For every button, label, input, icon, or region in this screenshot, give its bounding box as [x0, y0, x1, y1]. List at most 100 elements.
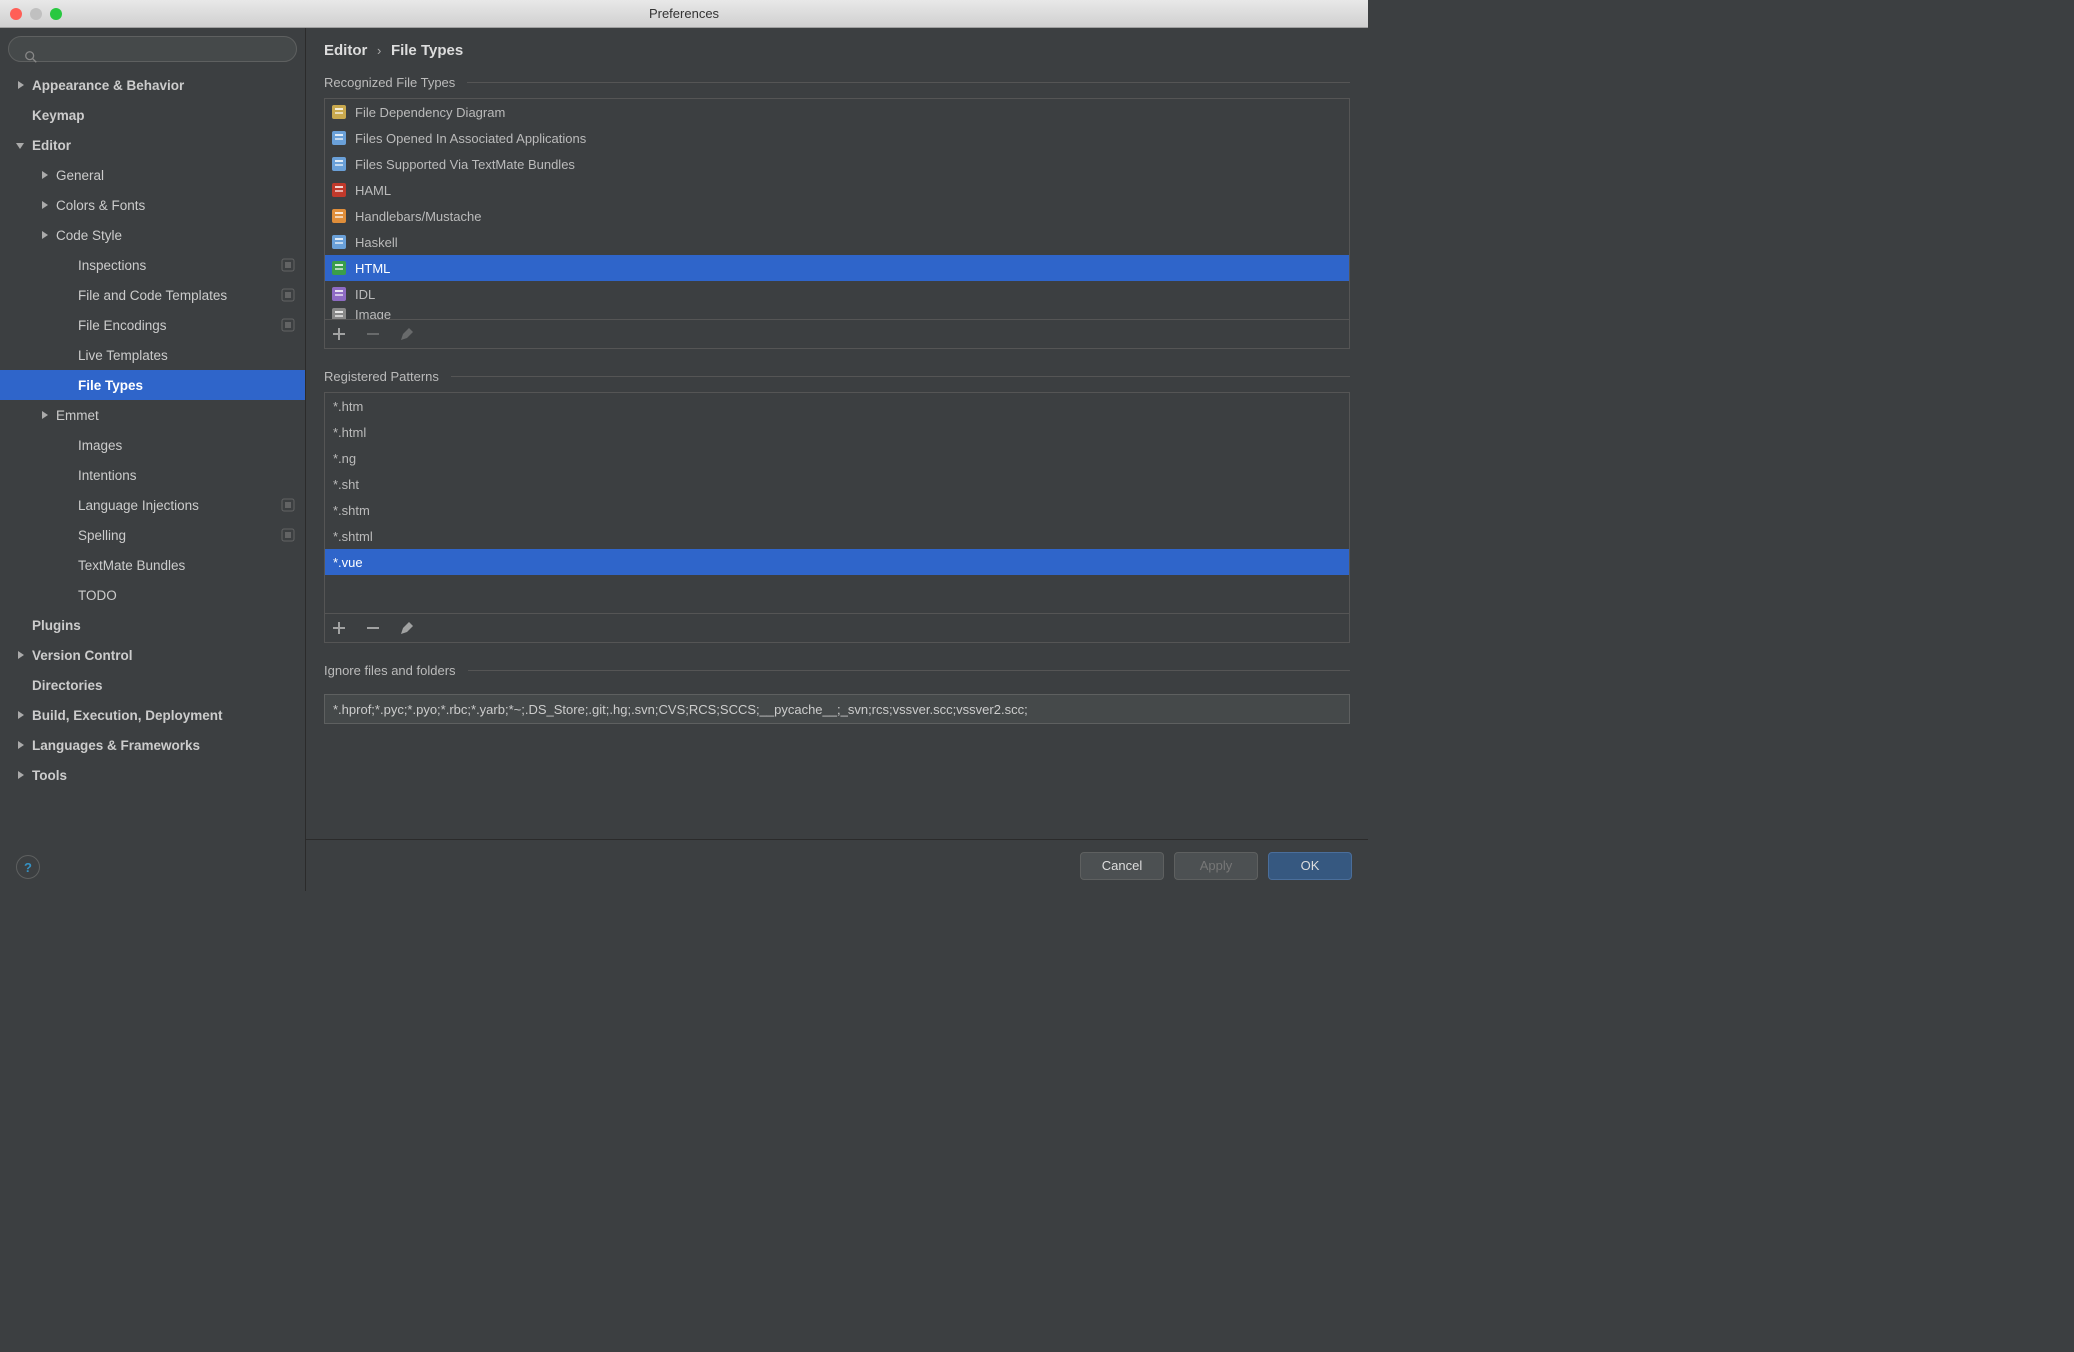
pattern-row[interactable]: *.sht — [325, 471, 1349, 497]
tree-item[interactable]: Live Templates — [0, 340, 305, 370]
tree-item[interactable]: Appearance & Behavior — [0, 70, 305, 100]
tree-item[interactable]: Plugins — [0, 610, 305, 640]
tree-item[interactable]: General — [0, 160, 305, 190]
apply-button[interactable]: Apply — [1174, 852, 1258, 880]
tree-item[interactable]: TODO — [0, 580, 305, 610]
breadcrumb: Editor › File Types — [306, 28, 1368, 69]
dialog-buttons: Cancel Apply OK — [306, 839, 1368, 891]
ok-button[interactable]: OK — [1268, 852, 1352, 880]
pattern-row[interactable]: *.shtm — [325, 497, 1349, 523]
window-title: Preferences — [0, 6, 1368, 21]
tree-item-label: Editor — [32, 138, 71, 153]
tree-item-label: File Encodings — [78, 318, 167, 333]
tree-item[interactable]: Version Control — [0, 640, 305, 670]
sidebar: Appearance & Behavior Keymap Editor General… — [0, 28, 306, 891]
tree-item[interactable]: Languages & Frameworks — [0, 730, 305, 760]
pattern-label: *.html — [333, 425, 366, 440]
pattern-row[interactable]: *.shtml — [325, 523, 1349, 549]
tree-item-label: Spelling — [78, 528, 126, 543]
remove-pattern-button[interactable] — [365, 620, 381, 636]
tree-item[interactable]: File and Code Templates — [0, 280, 305, 310]
tree-item[interactable]: File Encodings — [0, 310, 305, 340]
filetype-label: IDL — [355, 287, 375, 302]
settings-tree: Appearance & Behavior Keymap Editor General… — [0, 68, 305, 843]
tree-item[interactable]: Spelling — [0, 520, 305, 550]
haml-icon — [331, 182, 347, 198]
scope-badge-icon — [281, 318, 295, 332]
tree-item[interactable]: Tools — [0, 760, 305, 790]
tree-item[interactable]: Language Injections — [0, 490, 305, 520]
tree-item[interactable]: Inspections — [0, 250, 305, 280]
file-types-list[interactable]: File Dependency Diagram Files Opened In A… — [324, 98, 1350, 320]
ignore-input[interactable] — [324, 694, 1350, 724]
pattern-row[interactable]: *.vue — [325, 549, 1349, 575]
tree-item[interactable]: TextMate Bundles — [0, 550, 305, 580]
tree-item-label: Colors & Fonts — [56, 198, 145, 213]
add-pattern-button[interactable] — [331, 620, 347, 636]
pattern-label: *.htm — [333, 399, 363, 414]
diagram-icon — [331, 104, 347, 120]
patterns-list[interactable]: *.htm *.html *.ng *.sht *.shtm *.shtml *.vue — [324, 392, 1350, 614]
filetype-label: Handlebars/Mustache — [355, 209, 481, 224]
titlebar: Preferences — [0, 0, 1368, 28]
tree-item-label: Plugins — [32, 618, 81, 633]
tree-arrow-icon — [38, 169, 50, 181]
filetype-row[interactable]: IDL — [325, 281, 1349, 307]
tree-item[interactable]: Build, Execution, Deployment — [0, 700, 305, 730]
scope-badge-icon — [281, 498, 295, 512]
edit-filetype-button[interactable] — [399, 326, 415, 342]
tree-item-label: Tools — [32, 768, 67, 783]
filetype-label: HAML — [355, 183, 391, 198]
pattern-row[interactable]: *.ng — [325, 445, 1349, 471]
tree-arrow-icon — [14, 709, 26, 721]
tree-arrow-icon — [14, 79, 26, 91]
idl-icon — [331, 286, 347, 302]
tree-item-label: Emmet — [56, 408, 99, 423]
filetype-row[interactable]: Haskell — [325, 229, 1349, 255]
tree-item[interactable]: Images — [0, 430, 305, 460]
help-button[interactable]: ? — [16, 855, 40, 879]
pattern-label: *.sht — [333, 477, 359, 492]
tree-arrow-icon — [14, 649, 26, 661]
tree-item[interactable]: Emmet — [0, 400, 305, 430]
cancel-button[interactable]: Cancel — [1080, 852, 1164, 880]
filetype-row[interactable]: Files Opened In Associated Applications — [325, 125, 1349, 151]
filetype-row[interactable]: Handlebars/Mustache — [325, 203, 1349, 229]
doc-icon — [331, 130, 347, 146]
recognized-types-header: Recognized File Types — [306, 69, 1368, 94]
ignore-header: Ignore files and folders — [306, 657, 1368, 682]
filetype-row[interactable]: File Dependency Diagram — [325, 99, 1349, 125]
pattern-row[interactable]: *.htm — [325, 393, 1349, 419]
search-input[interactable] — [8, 36, 297, 62]
tree-item-label: Appearance & Behavior — [32, 78, 184, 93]
filetype-label: HTML — [355, 261, 390, 276]
tree-item[interactable]: Intentions — [0, 460, 305, 490]
tree-item-label: General — [56, 168, 104, 183]
filetype-row[interactable]: Files Supported Via TextMate Bundles — [325, 151, 1349, 177]
pattern-label: *.shtml — [333, 529, 373, 544]
edit-pattern-button[interactable] — [399, 620, 415, 636]
filetype-row[interactable]: HTML — [325, 255, 1349, 281]
tree-item-label: Languages & Frameworks — [32, 738, 200, 753]
tree-item[interactable]: Code Style — [0, 220, 305, 250]
tree-item[interactable]: Keymap — [0, 100, 305, 130]
tree-item[interactable]: Colors & Fonts — [0, 190, 305, 220]
tree-arrow-icon — [14, 139, 26, 151]
tree-item[interactable]: File Types — [0, 370, 305, 400]
filetype-label: File Dependency Diagram — [355, 105, 505, 120]
tree-item-label: Version Control — [32, 648, 133, 663]
remove-filetype-button[interactable] — [365, 326, 381, 342]
tree-item-label: Images — [78, 438, 122, 453]
patterns-toolbar — [324, 614, 1350, 643]
tree-item[interactable]: Editor — [0, 130, 305, 160]
tree-item[interactable]: Directories — [0, 670, 305, 700]
tree-item-label: TextMate Bundles — [78, 558, 185, 573]
file-types-toolbar — [324, 320, 1350, 349]
filetype-row[interactable]: Image — [325, 307, 1349, 320]
pattern-row[interactable]: *.html — [325, 419, 1349, 445]
html-icon — [331, 260, 347, 276]
add-filetype-button[interactable] — [331, 326, 347, 342]
tree-item-label: Build, Execution, Deployment — [32, 708, 223, 723]
img-icon — [331, 307, 347, 320]
filetype-row[interactable]: HAML — [325, 177, 1349, 203]
